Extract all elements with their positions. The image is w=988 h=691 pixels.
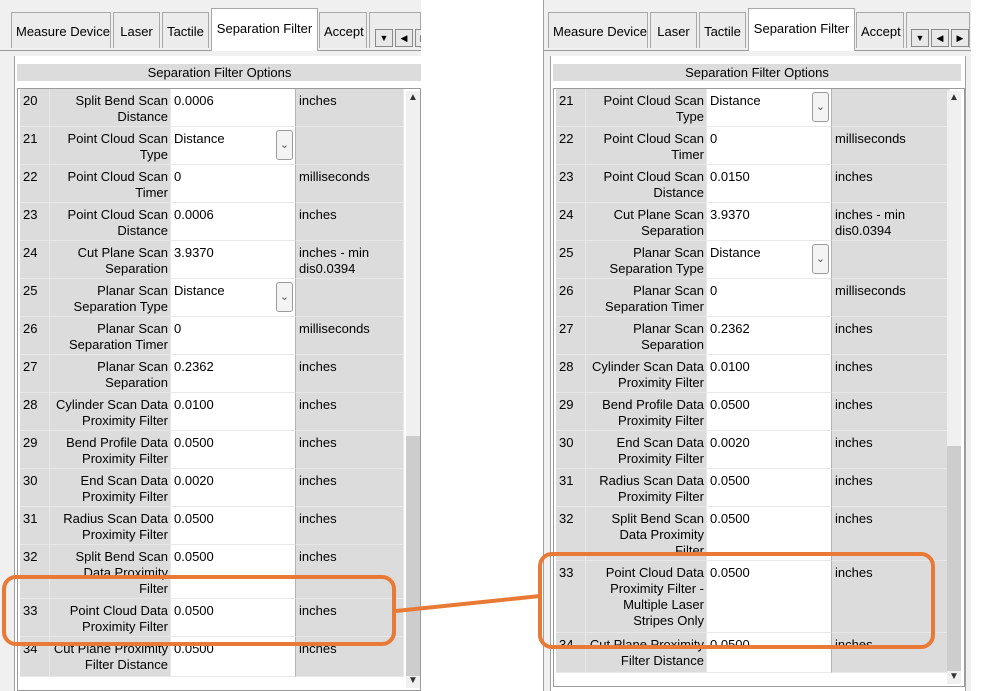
tab-separation-filter[interactable]: Separation Filter (748, 8, 855, 51)
connector-line-segment (395, 594, 541, 613)
connector-line (395, 594, 541, 613)
tab-separation-filter[interactable]: Separation Filter (211, 8, 318, 51)
